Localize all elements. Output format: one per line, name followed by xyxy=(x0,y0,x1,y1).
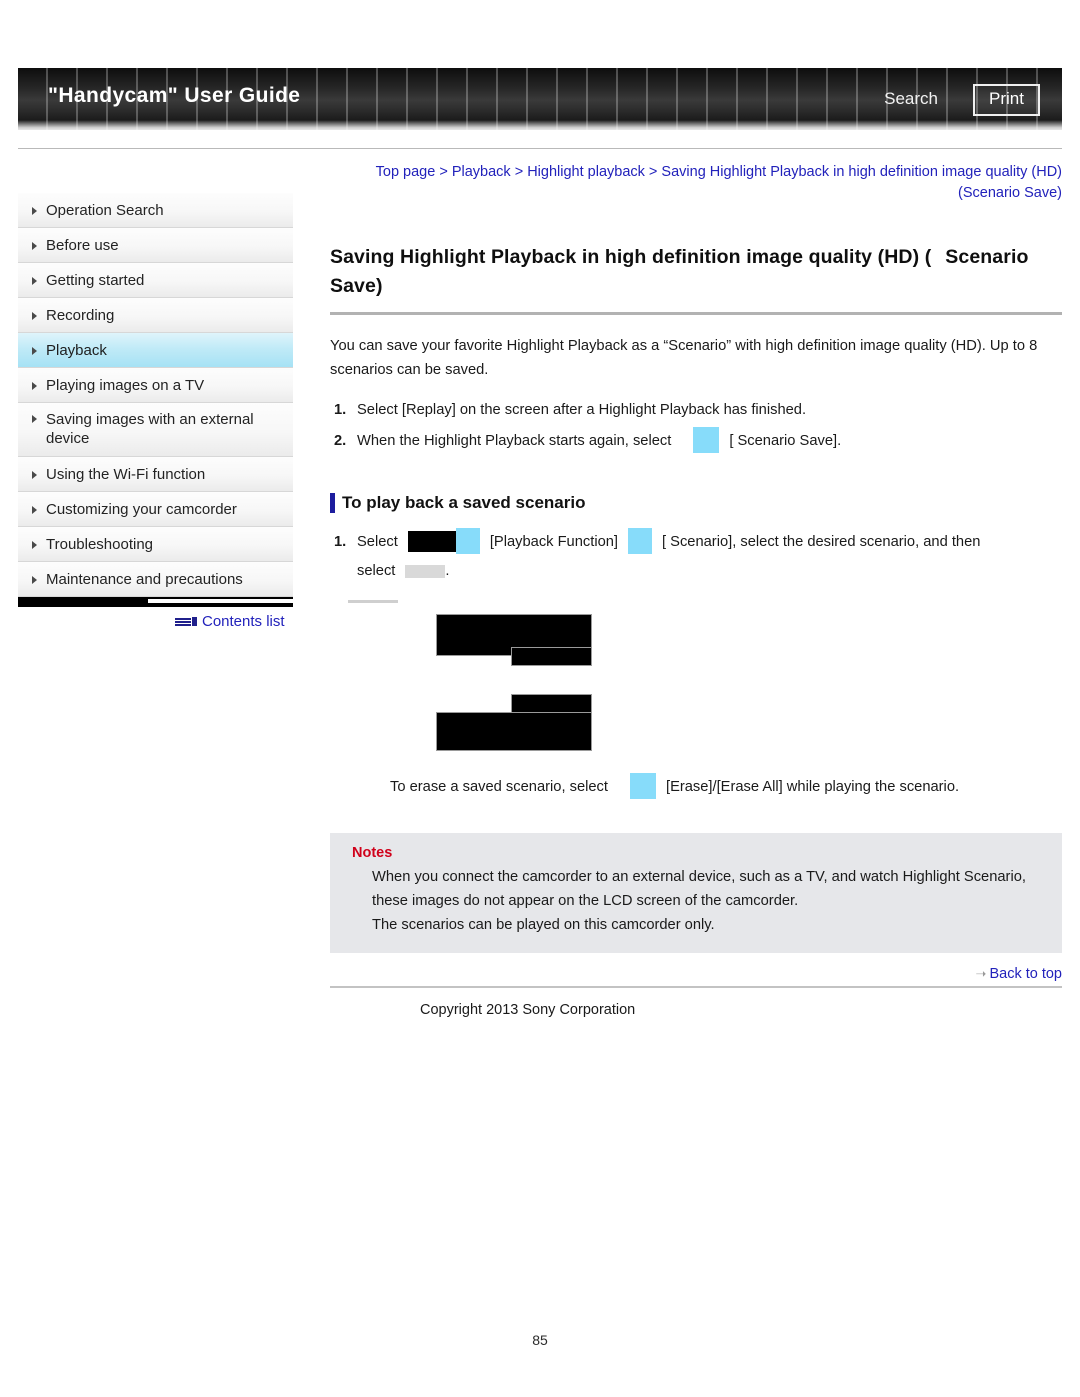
erase-text-after: [Erase]/[Erase All] while playing the sc… xyxy=(665,779,960,795)
step-text-b: [Playback Function] xyxy=(489,534,618,550)
notes-box: Notes When you connect the camcorder to … xyxy=(330,833,1062,954)
app-title: "Handycam" User Guide xyxy=(48,84,301,107)
sidebar-item-label: Playing images on a TV xyxy=(46,376,205,394)
erase-text-before: To erase a saved scenario, select xyxy=(390,779,608,795)
sidebar-item-before-use[interactable]: Before use xyxy=(18,228,293,263)
sidebar-item-label: Playback xyxy=(46,341,107,359)
section-title-play-back-saved-scenario: To play back a saved scenario xyxy=(330,492,1062,514)
sidebar-item-label: Recording xyxy=(46,306,115,324)
sidebar-item-operation-search[interactable]: Operation Search xyxy=(18,193,293,228)
steps-list: 1. Select [Replay] on the screen after a… xyxy=(330,396,1062,456)
sidebar-item-label: Maintenance and precautions xyxy=(46,570,243,588)
back-to-top-label: Back to top xyxy=(989,966,1062,983)
step-number: 1. xyxy=(334,402,347,418)
notes-line-2: The scenarios can be played on this camc… xyxy=(372,917,715,934)
contents-list-label: Contents list xyxy=(202,613,285,630)
chevron-right-icon xyxy=(32,576,37,584)
sidebar-nav: Operation Search Before use Getting star… xyxy=(18,193,398,607)
playback-step-1: 1. Select [Playback Function] [ Scenario],… xyxy=(330,528,1062,586)
breadcrumb-item-current: Saving Highlight Playback in high defini… xyxy=(661,164,1062,201)
breadcrumb-separator: > xyxy=(514,164,524,180)
arrow-up-icon: ➝ xyxy=(975,966,987,982)
chevron-right-icon xyxy=(32,415,37,423)
playback-steps-list: 1. Select [Playback Function] [ Scenario],… xyxy=(330,528,1062,586)
missing-image-placeholder-erase-icon xyxy=(629,773,656,800)
sidebar-item-playback[interactable]: Playback xyxy=(18,333,293,368)
missing-screenshot-placeholder-1b xyxy=(512,648,591,665)
sidebar-item-getting-started[interactable]: Getting started xyxy=(18,263,293,298)
step-text-e: . xyxy=(445,563,450,579)
chevron-right-icon xyxy=(32,242,37,250)
chevron-right-icon xyxy=(32,382,37,390)
page-title-part1: Saving Highlight Playback in high defini… xyxy=(330,246,932,268)
intro-paragraph: You can save your favorite Highlight Pla… xyxy=(330,338,1038,378)
missing-image-placeholder-menu-icon xyxy=(693,427,720,454)
sidebar-item-label: Troubleshooting xyxy=(46,535,154,553)
step-1: 1. Select [Replay] on the screen after a… xyxy=(330,396,1062,425)
page-title: Saving Highlight Playback in high defini… xyxy=(330,243,1062,301)
breadcrumb-item-highlight-playback[interactable]: Highlight playback xyxy=(527,164,645,180)
contents-list-link[interactable]: Contents list xyxy=(175,613,285,630)
step-text: Select [Replay] on the screen after a Hi… xyxy=(357,402,807,418)
main-content: Saving Highlight Playback in high defini… xyxy=(330,243,1062,1018)
step-text-c: [ Scenario], select the desired scenario… xyxy=(662,534,981,550)
step-2: 2. When the Highlight Playback starts ag… xyxy=(330,427,1062,456)
step-number: 2. xyxy=(334,433,347,449)
print-button[interactable]: Print xyxy=(973,84,1040,116)
sidebar-item-label: Using the Wi-Fi function xyxy=(46,465,206,483)
sidebar-item-playing-images-on-a-tv[interactable]: Playing images on a TV xyxy=(18,368,293,403)
step-text-a: Select xyxy=(357,534,398,550)
back-to-top-link[interactable]: ➝ Back to top xyxy=(330,966,1062,982)
sidebar-item-saving-images-with-an-external-device[interactable]: Saving images with an external device xyxy=(18,403,293,457)
sidebar-scrollbar[interactable] xyxy=(18,597,398,607)
search-button[interactable]: Search xyxy=(884,89,938,109)
step-text-before: When the Highlight Playback starts again… xyxy=(357,433,672,449)
missing-screenshot-placeholder-2a xyxy=(512,695,591,715)
missing-image-placeholder-arrow-icon-2 xyxy=(628,528,652,555)
sidebar-item-label: Before use xyxy=(46,236,119,254)
step-text-d: select xyxy=(357,563,396,579)
copyright-text: Copyright 2013 Sony Corporation xyxy=(420,1002,636,1019)
chevron-right-icon xyxy=(32,207,37,215)
chevron-right-icon xyxy=(32,347,37,355)
chevron-right-icon xyxy=(32,277,37,285)
chevron-right-icon xyxy=(32,312,37,320)
sidebar-item-maintenance-and-precautions[interactable]: Maintenance and precautions xyxy=(18,562,293,597)
app-header-banner: "Handycam" User Guide Search Print xyxy=(18,68,1062,130)
chevron-right-icon xyxy=(32,471,37,479)
figure-missing-images xyxy=(330,608,1062,766)
erase-scenario-note: To erase a saved scenario, select [Erase]… xyxy=(330,773,1062,800)
sidebar-item-label: Getting started xyxy=(46,271,145,289)
step-text-after: [ Scenario Save]. xyxy=(729,433,842,449)
notes-title: Notes xyxy=(352,845,393,862)
chevron-right-icon xyxy=(32,541,37,549)
sidebar-item-customizing-your-camcorder[interactable]: Customizing your camcorder xyxy=(18,492,293,527)
footer-divider xyxy=(330,986,1062,989)
missing-image-placeholder-mode-icon xyxy=(407,530,456,552)
sidebar-item-recording[interactable]: Recording xyxy=(18,298,293,333)
page-number: 85 xyxy=(532,1332,548,1348)
title-divider xyxy=(330,312,1062,315)
sidebar-item-label: Saving images with an external device xyxy=(46,411,254,447)
breadcrumb-separator: > xyxy=(439,164,448,180)
notes-line-1: When you connect the camcorder to an ext… xyxy=(372,869,1026,910)
sidebar-scrollbar-thumb[interactable] xyxy=(148,599,348,603)
breadcrumb: Top page > Playback > Highlight playback… xyxy=(330,162,1062,204)
chevron-right-icon xyxy=(32,506,37,514)
list-icon xyxy=(175,616,197,627)
breadcrumb-item-top-page[interactable]: Top page xyxy=(376,164,436,180)
step-number: 1. xyxy=(334,534,347,550)
missing-screenshot-placeholder-2b xyxy=(437,713,591,750)
sidebar-item-troubleshooting[interactable]: Troubleshooting xyxy=(18,527,293,562)
missing-image-placeholder-button-icon xyxy=(405,564,446,578)
sidebar-item-using-the-wi-fi-function[interactable]: Using the Wi-Fi function xyxy=(18,457,293,492)
sidebar-item-label: Customizing your camcorder xyxy=(46,500,237,518)
missing-image-placeholder-arrow-icon xyxy=(455,528,480,555)
header-divider xyxy=(18,148,1062,149)
breadcrumb-separator: > xyxy=(648,164,658,180)
sidebar-item-label: Operation Search xyxy=(46,201,164,219)
breadcrumb-item-playback[interactable]: Playback xyxy=(452,164,511,180)
